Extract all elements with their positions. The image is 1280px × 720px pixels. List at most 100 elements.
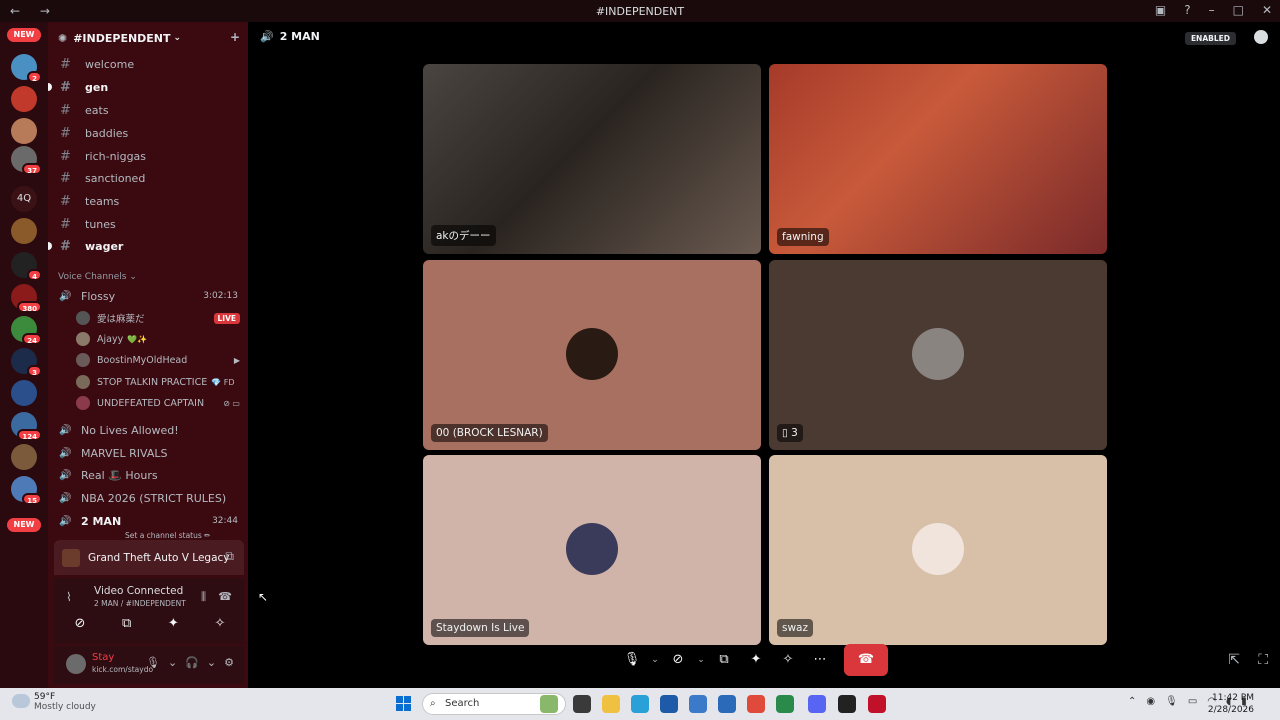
voice-channel-nba[interactable]: 🔊 NBA 2026 (STRICT RULES)	[56, 488, 240, 508]
voice-channel-real[interactable]: 🔊 Real 🎩 Hours	[56, 465, 240, 485]
server-text-icon[interactable]: 4Q	[11, 186, 37, 212]
video-tile[interactable]: Staydown Is Live	[423, 455, 761, 645]
widget-app-icon[interactable]	[540, 695, 558, 713]
more-icon[interactable]: ⋯	[804, 644, 836, 676]
chevron-down-icon[interactable]: ⌄	[207, 656, 216, 669]
server-icon[interactable]: 24	[11, 316, 42, 345]
video-tile[interactable]: 00 (BROCK LESNAR)	[423, 260, 761, 450]
video-off-icon[interactable]: ⊘	[662, 644, 694, 676]
server-icon[interactable]	[11, 86, 37, 112]
server-icon[interactable]	[11, 444, 37, 470]
monitor-icon[interactable]: ▭	[1188, 696, 1197, 707]
channel-sanctioned[interactable]: # sanctioned	[56, 168, 240, 188]
close-button[interactable]: ✕	[1262, 3, 1272, 17]
channel-tunes[interactable]: # tunes	[56, 214, 240, 234]
server-icon[interactable]	[11, 218, 37, 244]
activities-icon[interactable]: ✦	[740, 644, 772, 676]
connection-channel[interactable]: 2 MAN / #INDEPENDENT	[40, 599, 186, 608]
taskbar-clock[interactable]: 11:42 PM 2/28/2026	[1208, 692, 1254, 716]
server-icon[interactable]: 2	[11, 54, 42, 83]
avatar[interactable]	[66, 654, 86, 674]
task-view-icon[interactable]	[573, 695, 591, 713]
inbox-icon[interactable]: ▣	[1155, 3, 1166, 17]
server-header[interactable]: ✺ #INDEPENDENT ⌄ +	[48, 22, 248, 54]
app-icon[interactable]	[776, 695, 794, 713]
activity-panel[interactable]: Grand Theft Auto V Legacy ⧉	[54, 540, 244, 575]
minimize-button[interactable]: –	[1209, 3, 1215, 17]
hang-up-button[interactable]: ☎	[844, 644, 888, 676]
video-tile[interactable]: swaz	[769, 455, 1107, 645]
voice-channel-nolives[interactable]: 🔊 No Lives Allowed!	[56, 420, 240, 440]
call-control-bar: 🎙 ⌄ ⊘ ⌄ ⧉ ✦ ✧ ⋯ ☎	[616, 644, 888, 676]
chevron-down-icon[interactable]: ⌄	[694, 655, 708, 665]
voice-user[interactable]: STOP TALKIN PRACTICE 💎 FD	[76, 372, 242, 392]
screen-share-icon[interactable]: ⧉	[107, 616, 147, 636]
voice-user[interactable]: BoostinMyOldHead ▶	[76, 350, 242, 370]
popout-icon[interactable]: ⇱	[1228, 652, 1240, 668]
video-tile[interactable]: fawning	[769, 64, 1107, 254]
microphone-icon[interactable]: 🎙	[146, 656, 160, 669]
windows-start-icon[interactable]	[396, 696, 412, 712]
server-icon[interactable]	[11, 118, 37, 144]
chevron-down-icon[interactable]: ⌄	[648, 655, 662, 665]
invite-icon[interactable]: +	[230, 30, 240, 44]
chrome-icon[interactable]	[747, 695, 765, 713]
tray-icon[interactable]: ◉	[1146, 696, 1155, 707]
outlook-icon[interactable]	[718, 695, 736, 713]
weather-widget[interactable]: 59°F Mostly cloudy	[10, 692, 96, 712]
server-icon[interactable]: 15	[11, 476, 42, 505]
file-explorer-icon[interactable]	[602, 695, 620, 713]
enabled-badge[interactable]: ENABLED	[1184, 32, 1236, 45]
voice-category[interactable]: Voice Channels ⌄	[58, 272, 137, 282]
chevron-down-icon[interactable]: ⌄	[168, 656, 177, 669]
screen-share-icon[interactable]: ⧉	[708, 644, 740, 676]
server-icon[interactable]	[11, 380, 37, 406]
app-icon[interactable]	[689, 695, 707, 713]
maximize-button[interactable]: □	[1233, 3, 1244, 17]
voice-channel-2man[interactable]: 🔊 2 MAN 32:44	[56, 511, 240, 531]
user-name[interactable]: Stay	[92, 652, 114, 663]
soundboard-icon[interactable]: ✧	[772, 644, 804, 676]
microphone-icon[interactable]: 🎙	[616, 644, 648, 676]
disconnect-icon[interactable]: ☎	[218, 590, 232, 603]
microphone-icon[interactable]: 🎙	[1165, 696, 1178, 707]
video-tile[interactable]: ▯ 3	[769, 260, 1107, 450]
chevron-up-icon[interactable]: ⌃	[1128, 696, 1136, 707]
video-tile[interactable]: akのデーー	[423, 64, 761, 254]
video-off-icon[interactable]: ⊘	[60, 616, 100, 636]
voice-user[interactable]: 愛は麻薬だ LIVE	[76, 308, 242, 328]
discord-icon[interactable]	[808, 695, 826, 713]
fullscreen-icon[interactable]: ⛶	[1258, 652, 1268, 668]
channel-gen[interactable]: # gen	[48, 77, 240, 97]
voice-channel-marvel[interactable]: 🔊 MARVEL RIVALS	[56, 443, 240, 463]
voice-channel-label: 2 MAN	[81, 514, 122, 528]
help-icon[interactable]: ?	[1184, 3, 1190, 17]
gear-icon[interactable]: ⚙	[224, 656, 234, 669]
activities-icon[interactable]: ✦	[153, 616, 193, 636]
channel-rich[interactable]: # rich-niggas	[56, 146, 240, 166]
chat-icon[interactable]	[1254, 30, 1268, 44]
headphones-icon[interactable]: 🎧	[185, 656, 199, 669]
server-icon[interactable]: 124	[11, 412, 42, 441]
voice-user[interactable]: Ajayy 💚✨	[76, 329, 242, 349]
edge-icon[interactable]	[631, 695, 649, 713]
channel-teams[interactable]: # teams	[56, 191, 240, 211]
server-icon[interactable]: 37	[11, 146, 42, 175]
stream-icon[interactable]: ⧉	[225, 549, 234, 564]
voice-channel-flossy[interactable]: 🔊 Flossy 3:02:13	[56, 286, 240, 306]
store-icon[interactable]	[660, 695, 678, 713]
app-icon[interactable]	[868, 695, 886, 713]
voice-user[interactable]: UNDEFEATED CAPTAIN ⊘ ▭	[76, 393, 242, 413]
channel-baddies[interactable]: # baddies	[56, 123, 240, 143]
connection-status[interactable]: Video Connected	[40, 585, 183, 597]
noise-suppression-icon[interactable]: ⫼	[201, 590, 206, 604]
channel-welcome[interactable]: # welcome	[56, 54, 240, 74]
server-icon[interactable]: 380	[11, 284, 42, 313]
soundboard-icon[interactable]: ✧	[200, 616, 240, 636]
app-icon[interactable]	[838, 695, 856, 713]
server-icon[interactable]: 3	[11, 348, 42, 377]
channel-eats[interactable]: # eats	[56, 100, 240, 120]
channel-wager[interactable]: # wager	[48, 236, 240, 256]
server-icon[interactable]: 4	[11, 252, 42, 281]
channel-status[interactable]: Set a channel status ✏	[125, 531, 210, 540]
